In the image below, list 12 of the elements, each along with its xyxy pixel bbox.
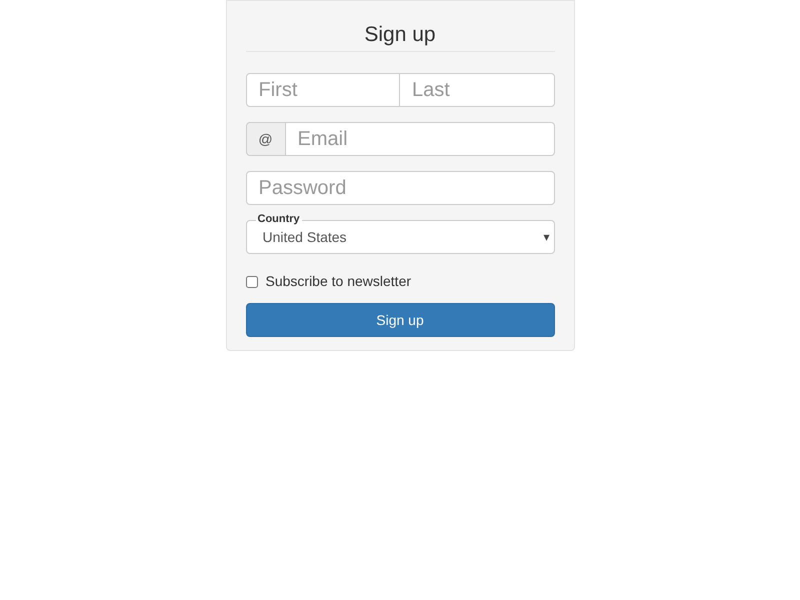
password-field[interactable]: Password (246, 171, 554, 205)
sign-up-button[interactable]: Sign up (246, 303, 554, 337)
email-field[interactable]: Email (286, 122, 554, 156)
form-title: Sign up (246, 22, 554, 52)
country-value: United States (262, 228, 348, 247)
newsletter-checkbox[interactable] (246, 276, 258, 288)
caret-icon: ▾ (544, 228, 550, 246)
email-addon: @ (246, 122, 286, 156)
country-label: Country (256, 212, 302, 226)
first-name-field[interactable]: First (246, 73, 400, 107)
last-name-field[interactable]: Last (400, 73, 554, 107)
newsletter-label: Subscribe to newsletter (266, 272, 412, 291)
